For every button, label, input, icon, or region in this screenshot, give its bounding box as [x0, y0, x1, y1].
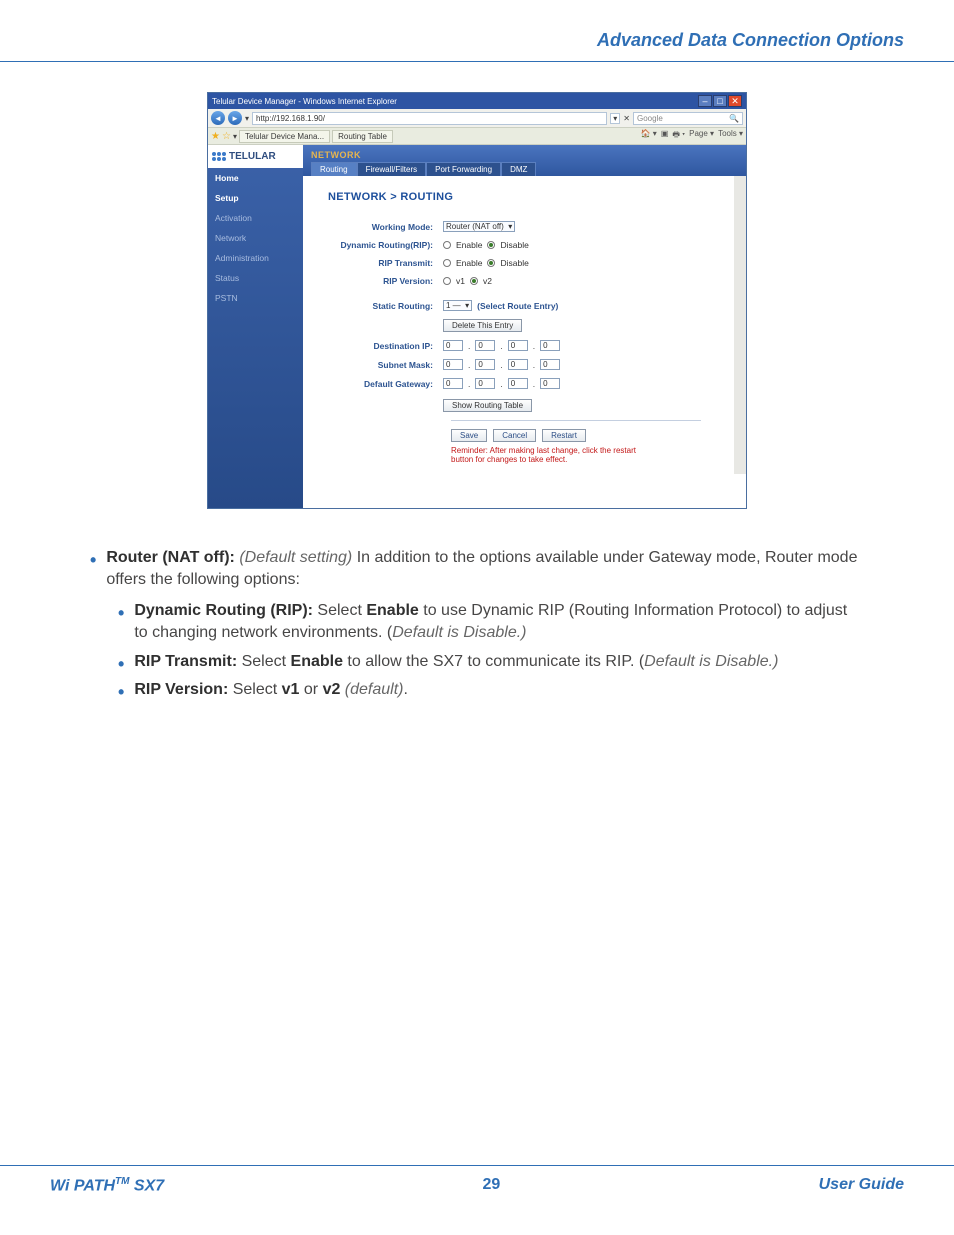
reminder-text: Reminder: After making last change, clic…: [451, 446, 651, 464]
ip-octet[interactable]: 0: [443, 378, 463, 389]
page-header: Advanced Data Connection Options: [0, 0, 954, 62]
radio-transmit-enable[interactable]: [443, 259, 451, 267]
ip-octet[interactable]: 0: [508, 340, 528, 351]
bullet-icon: •: [90, 551, 96, 592]
forward-icon[interactable]: ►: [228, 111, 242, 125]
ip-octet[interactable]: 0: [475, 359, 495, 370]
add-favorite-icon[interactable]: ☆: [222, 131, 231, 142]
footer-left: Wi PATHTM SX7: [50, 1176, 164, 1195]
tab-dmz[interactable]: DMZ: [501, 162, 536, 176]
close-icon[interactable]: ✕: [728, 95, 742, 107]
tools-menu[interactable]: Tools ▾: [718, 129, 743, 143]
tab-port-forwarding[interactable]: Port Forwarding: [426, 162, 501, 176]
page-menu[interactable]: Page ▾: [689, 129, 714, 143]
minimize-icon[interactable]: –: [698, 95, 712, 107]
ip-octet[interactable]: 0: [540, 378, 560, 389]
ip-octet[interactable]: 0: [443, 359, 463, 370]
radio-dyn-enable[interactable]: [443, 241, 451, 249]
ip-octet[interactable]: 0: [540, 359, 560, 370]
ie-address-bar: ◄ ► ▾ http://192.168.1.90/ ▾ ✕ Google🔍: [208, 109, 746, 127]
print-icon[interactable]: 🖶 ▾: [672, 129, 685, 143]
ip-octet[interactable]: 0: [508, 378, 528, 389]
label-rip-transmit: RIP Transmit:: [328, 258, 443, 268]
ip-octet[interactable]: 0: [508, 359, 528, 370]
back-icon[interactable]: ◄: [211, 111, 225, 125]
embedded-screenshot: Telular Device Manager - Windows Interne…: [207, 92, 747, 509]
ip-octet[interactable]: 0: [540, 340, 560, 351]
favorites-icon[interactable]: ★: [211, 131, 220, 142]
breadcrumb: NETWORK > ROUTING: [328, 191, 714, 203]
restart-button[interactable]: Restart: [542, 429, 586, 442]
ie-titlebar: Telular Device Manager - Windows Interne…: [208, 93, 746, 109]
page-number: 29: [483, 1176, 501, 1195]
cancel-button[interactable]: Cancel: [493, 429, 536, 442]
header-title: Advanced Data Connection Options: [597, 30, 904, 50]
search-input[interactable]: Google🔍: [633, 112, 743, 125]
label-dynamic-routing: Dynamic Routing(RIP):: [328, 240, 443, 250]
sidebar-item-administration[interactable]: Administration: [208, 248, 303, 268]
radio-transmit-disable[interactable]: [487, 259, 495, 267]
document-body: • Router (NAT off): (Default setting) In…: [0, 529, 954, 701]
device-manager-app: TELULAR Home Setup Activation Network Ad…: [208, 145, 746, 508]
label-rip-version: RIP Version:: [328, 276, 443, 286]
sidebar-item-activation[interactable]: Activation: [208, 208, 303, 228]
ip-octet[interactable]: 0: [475, 378, 495, 389]
select-route-hint: (Select Route Entry): [477, 301, 558, 311]
sidebar: TELULAR Home Setup Activation Network Ad…: [208, 145, 303, 508]
sidebar-item-home[interactable]: Home: [208, 168, 303, 188]
tab-routing[interactable]: Routing: [311, 162, 357, 176]
browser-tab[interactable]: Routing Table: [332, 130, 393, 143]
footer-right: User Guide: [819, 1176, 904, 1195]
working-mode-select[interactable]: Router (NAT off) ▾: [443, 221, 515, 232]
section-band: NETWORK Routing Firewall/Filters Port Fo…: [303, 145, 746, 176]
label-default-gateway: Default Gateway:: [328, 379, 443, 389]
bullet-icon: •: [118, 655, 124, 673]
bullet-icon: •: [118, 604, 124, 645]
feed-icon[interactable]: ▣: [661, 129, 669, 143]
separator: [451, 420, 701, 421]
sidebar-item-pstn[interactable]: PSTN: [208, 288, 303, 308]
url-input[interactable]: http://192.168.1.90/: [252, 112, 607, 125]
bullet-icon: •: [118, 683, 124, 701]
section-title: NETWORK: [311, 148, 738, 162]
save-button[interactable]: Save: [451, 429, 487, 442]
sidebar-item-network[interactable]: Network: [208, 228, 303, 248]
radio-rip-v1[interactable]: [443, 277, 451, 285]
ip-octet[interactable]: 0: [443, 340, 463, 351]
label-working-mode: Working Mode:: [328, 222, 443, 232]
label-subnet-mask: Subnet Mask:: [328, 360, 443, 370]
ie-tab-strip: ★ ☆ ▾ Telular Device Mana... Routing Tab…: [208, 127, 746, 145]
maximize-icon[interactable]: □: [713, 95, 727, 107]
sidebar-item-status[interactable]: Status: [208, 268, 303, 288]
radio-rip-v2[interactable]: [470, 277, 478, 285]
page-footer: Wi PATHTM SX7 29 User Guide: [0, 1165, 954, 1205]
ip-octet[interactable]: 0: [475, 340, 495, 351]
sidebar-item-setup[interactable]: Setup: [208, 188, 303, 208]
tab-firewall[interactable]: Firewall/Filters: [357, 162, 427, 176]
ie-window-title: Telular Device Manager - Windows Interne…: [212, 97, 397, 106]
route-entry-select[interactable]: 1 — ▾: [443, 300, 472, 311]
delete-entry-button[interactable]: Delete This Entry: [443, 319, 522, 332]
browser-tab[interactable]: Telular Device Mana...: [239, 130, 330, 143]
label-static-routing: Static Routing:: [328, 301, 443, 311]
content-area: NETWORK > ROUTING Working Mode: Router (…: [303, 176, 746, 474]
main-panel: NETWORK Routing Firewall/Filters Port Fo…: [303, 145, 746, 508]
logo: TELULAR: [208, 145, 303, 168]
home-icon[interactable]: 🏠 ▾: [641, 129, 657, 143]
show-routing-table-button[interactable]: Show Routing Table: [443, 399, 532, 412]
radio-dyn-disable[interactable]: [487, 241, 495, 249]
label-destination-ip: Destination IP:: [328, 341, 443, 351]
